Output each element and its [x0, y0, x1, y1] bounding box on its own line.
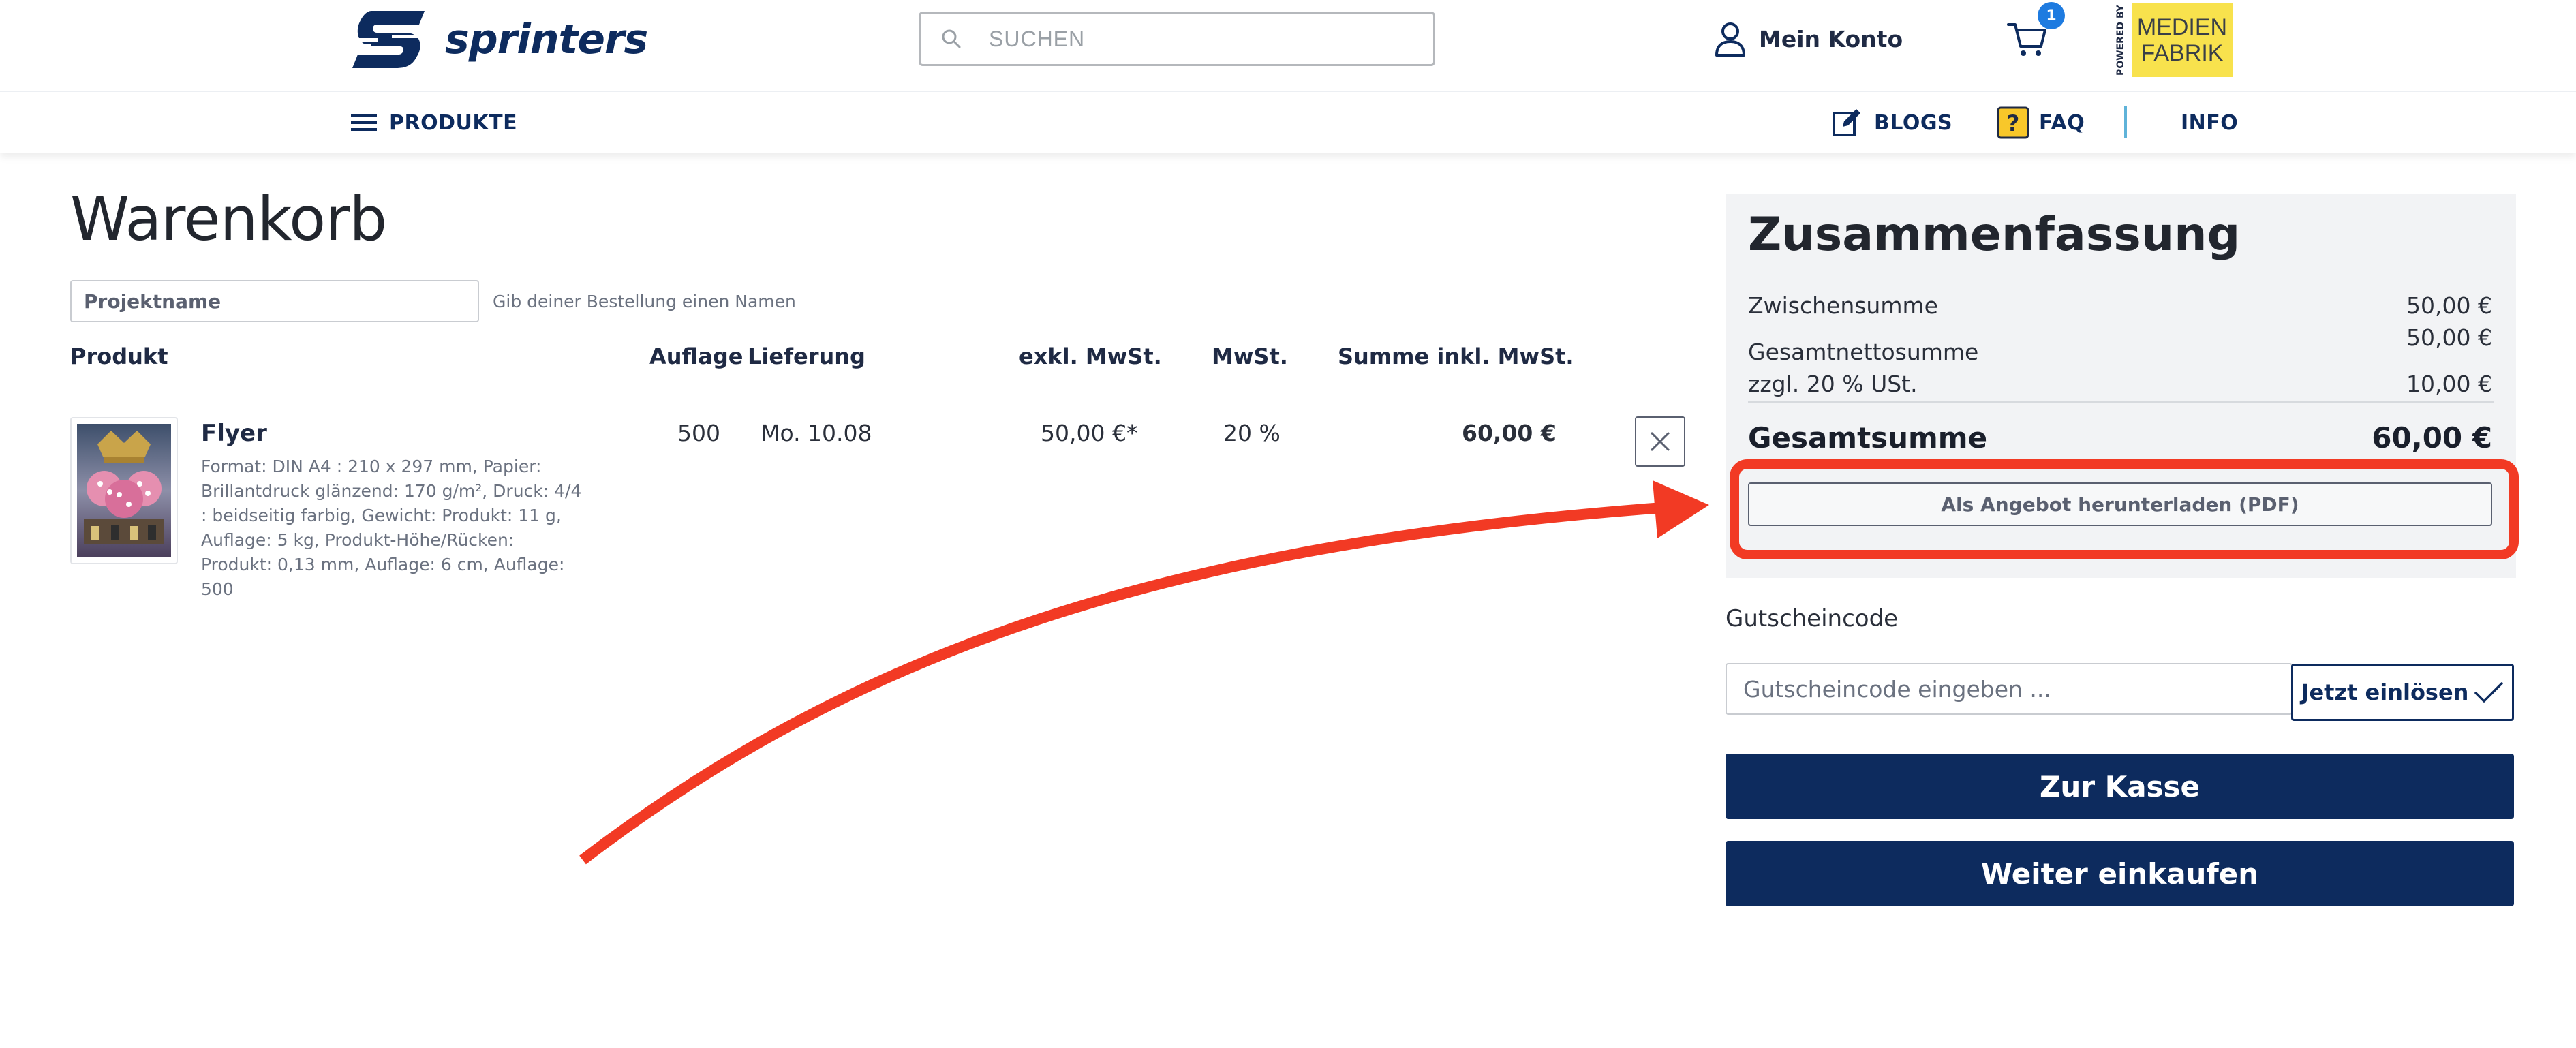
- vat-value: 10,00 €: [2406, 371, 2492, 397]
- vat-label: zzgl. 20 % USt.: [1748, 371, 1918, 397]
- cart-button[interactable]: [2007, 20, 2048, 59]
- net-total-value: 50,00 €: [2406, 324, 2492, 351]
- remove-item-button[interactable]: [1635, 416, 1685, 467]
- product-name[interactable]: Flyer: [201, 420, 267, 447]
- nav-produkte-label: PRODUKTE: [389, 110, 518, 135]
- checkmark-icon: [2474, 682, 2504, 703]
- account-link[interactable]: Mein Konto: [1714, 19, 1903, 59]
- search-placeholder: SUCHEN: [989, 26, 1086, 51]
- search-input[interactable]: SUCHEN: [919, 12, 1435, 66]
- search-icon: [942, 29, 961, 48]
- nav-info-label: INFO: [2181, 110, 2239, 135]
- checkout-button[interactable]: Zur Kasse: [1726, 754, 2514, 819]
- nav-blogs-label: BLOGS: [1874, 110, 1953, 135]
- project-name-hint: Gib deiner Bestellung einen Namen: [493, 292, 796, 311]
- cart-count-badge: 1: [2038, 2, 2065, 29]
- powered-by-text: POWERED BY: [2115, 4, 2126, 76]
- project-name-input[interactable]: Projektname: [70, 280, 479, 322]
- question-icon: ?: [1997, 106, 2029, 139]
- column-header-auflage: Auflage: [649, 343, 743, 369]
- item-lieferung: Mo. 10.08: [761, 420, 872, 446]
- column-header-mwst: MwSt.: [1212, 343, 1288, 369]
- subtotal-value: 50,00 €: [2406, 292, 2492, 319]
- nav-info[interactable]: INFO: [2181, 109, 2238, 136]
- header-divider: [0, 91, 2576, 92]
- partner-line-2: FABRIK: [2141, 40, 2224, 66]
- summary-title: Zusammenfassung: [1748, 208, 2241, 262]
- powered-by-label: POWERED BY: [2115, 4, 2130, 76]
- medienfabrik-logo[interactable]: MEDIEN FABRIK: [2132, 3, 2233, 77]
- net-total-label: Gesamtnettosumme: [1748, 339, 1979, 365]
- item-auflage: 500: [677, 420, 720, 446]
- product-thumbnail[interactable]: [70, 417, 178, 564]
- page-title: Warenkorb: [70, 184, 387, 254]
- item-summe: 60,00 €: [1462, 420, 1557, 446]
- sprinters-logo-icon: [351, 11, 426, 68]
- subtotal-label: Zwischensumme: [1748, 292, 1938, 319]
- item-mwst: 20 %: [1223, 420, 1281, 446]
- redeem-coupon-button[interactable]: Jetzt einlösen: [2291, 664, 2514, 721]
- menu-icon: [351, 114, 377, 131]
- continue-shopping-button[interactable]: Weiter einkaufen: [1726, 841, 2514, 906]
- item-price-exkl: 50,00 €*: [1041, 420, 1138, 446]
- account-label: Mein Konto: [1759, 25, 1903, 52]
- nav-separator: [2124, 106, 2127, 138]
- cart-icon: [2007, 23, 2046, 56]
- column-header-summe: Summe inkl. MwSt.: [1338, 343, 1574, 369]
- coupon-input[interactable]: Gutscheincode eingeben ...: [1726, 663, 2293, 715]
- column-header-exkl: exkl. MwSt.: [1019, 343, 1162, 369]
- nav-faq-label: FAQ: [2039, 110, 2085, 135]
- sprinters-logo[interactable]: sprinters: [351, 8, 648, 71]
- summary-divider: [1748, 401, 2494, 403]
- project-name-placeholder: Projektname: [84, 290, 221, 313]
- nav-blogs[interactable]: BLOGS: [1832, 106, 1952, 140]
- product-description: Format: DIN A4 : 210 x 297 mm, Papier: B…: [201, 457, 582, 599]
- logo-text: sprinters: [445, 16, 648, 63]
- grand-total-value: 60,00 €: [2372, 421, 2492, 454]
- nav-faq[interactable]: ? FAQ: [1997, 106, 2085, 140]
- close-icon: [1650, 431, 1670, 452]
- column-header-product: Produkt: [70, 343, 168, 369]
- edit-icon: [1833, 109, 1860, 136]
- annotation-highlight-box: [1730, 459, 2519, 559]
- user-icon: [1715, 22, 1745, 57]
- partner-line-1: MEDIEN: [2136, 14, 2228, 40]
- column-header-lieferung: Lieferung: [748, 343, 865, 369]
- nav-produkte[interactable]: PRODUKTE: [351, 109, 517, 136]
- redeem-coupon-label: Jetzt einlösen: [2301, 679, 2469, 705]
- grand-total-label: Gesamtsumme: [1748, 421, 1988, 454]
- flyer-image: [77, 424, 171, 557]
- svg-text:?: ?: [2007, 110, 2020, 136]
- coupon-placeholder: Gutscheincode eingeben ...: [1743, 675, 2051, 703]
- coupon-label: Gutscheincode: [1726, 605, 1899, 632]
